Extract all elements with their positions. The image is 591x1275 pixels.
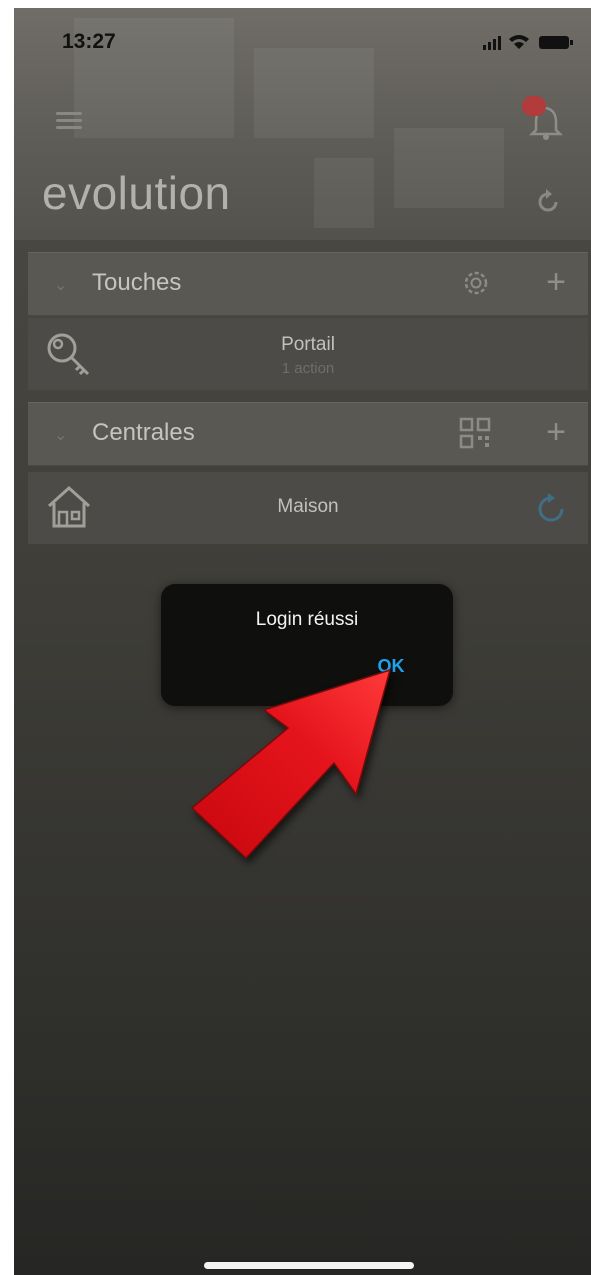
- refresh-icon[interactable]: [534, 188, 562, 216]
- item-sublabel: 1 action: [281, 360, 335, 377]
- chevron-down-icon[interactable]: ⌄: [54, 275, 67, 295]
- home-indicator[interactable]: [204, 1262, 414, 1269]
- gear-icon[interactable]: [460, 267, 492, 299]
- signal-bar: [488, 42, 491, 50]
- item-label: Maison: [277, 496, 339, 517]
- section-touches[interactable]: ⌄ Touches +: [28, 252, 588, 316]
- signal-bar: [493, 39, 496, 50]
- sync-icon[interactable]: [534, 492, 568, 526]
- section-centrales[interactable]: ⌄ Centrales +: [28, 402, 588, 466]
- wifi-icon: [509, 35, 529, 49]
- page-title: evolution: [42, 167, 231, 219]
- signal-bar: [483, 45, 486, 50]
- annotation-arrow: [190, 668, 392, 860]
- signal-bar: [498, 36, 501, 50]
- section-label: Centrales: [92, 419, 195, 446]
- chevron-down-icon[interactable]: ⌄: [54, 425, 67, 445]
- battery-icon: [539, 36, 569, 49]
- app-header: 13:27 evolution: [14, 8, 591, 240]
- phone-screen: 13:27 evolution ⌄ Touches + Portail 1 ac…: [14, 8, 591, 1275]
- item-label: Portail: [281, 334, 335, 355]
- plus-icon[interactable]: +: [546, 265, 566, 299]
- section-label: Touches: [92, 269, 182, 296]
- menu-icon[interactable]: [56, 112, 82, 130]
- qr-code-icon[interactable]: [458, 416, 492, 450]
- list-item-maison[interactable]: Maison: [28, 472, 588, 544]
- dialog-message: Login réussi: [255, 609, 359, 630]
- notification-badge: [522, 96, 546, 116]
- list-item-portail[interactable]: Portail 1 action: [28, 318, 588, 390]
- plus-icon[interactable]: +: [546, 415, 566, 449]
- status-icons: [483, 35, 573, 50]
- status-time: 13:27: [62, 30, 116, 53]
